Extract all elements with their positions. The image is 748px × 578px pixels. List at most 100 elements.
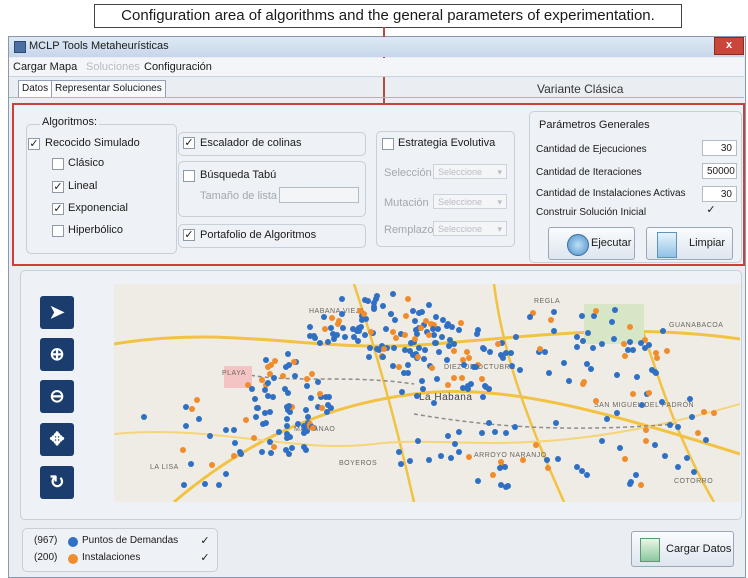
map-point — [436, 348, 443, 355]
map-point — [690, 469, 697, 476]
chevron-down-icon: ▾ — [497, 167, 502, 177]
map-point — [633, 374, 640, 381]
map-point — [545, 464, 552, 471]
map-point — [425, 301, 432, 308]
map-point — [420, 356, 427, 363]
map-point — [355, 337, 362, 344]
map-point — [458, 374, 465, 381]
menu-cargar-mapa[interactable]: Cargar Mapa — [13, 61, 77, 73]
escalador-label: Escalador de colinas — [200, 137, 302, 149]
map-point — [261, 386, 268, 393]
evolutiva-checkbox[interactable] — [382, 138, 394, 150]
map-label: GUANABACOA — [669, 322, 724, 329]
window-title: MCLP Tools Metaheurísticas — [29, 40, 169, 52]
map-point — [395, 448, 402, 455]
map-point — [231, 426, 238, 433]
map-point — [438, 452, 445, 459]
instalaciones-checkbox[interactable]: ✓ — [199, 553, 211, 565]
ejecutar-button[interactable]: Ejecutar — [548, 227, 635, 260]
map-point — [265, 379, 272, 386]
map-point — [284, 434, 291, 441]
map-point — [381, 345, 388, 352]
map-point — [195, 415, 202, 422]
map-point — [406, 457, 413, 464]
tab-representar-soluciones[interactable]: Representar Soluciones — [51, 80, 166, 98]
cargar-datos-button[interactable]: Cargar Datos — [631, 531, 734, 567]
seleccion-select[interactable]: Seleccione ▾ — [433, 164, 507, 179]
load-data-icon — [640, 538, 660, 562]
clear-icon — [657, 232, 677, 258]
map-label: LA LISA — [150, 464, 179, 471]
map-point — [356, 327, 363, 334]
map-point — [512, 334, 519, 340]
lineal-checkbox[interactable]: ✓ — [52, 181, 64, 193]
map-point — [193, 396, 200, 403]
mutacion-label: Mutación — [384, 197, 429, 209]
map-point — [284, 389, 291, 396]
map-point — [464, 382, 471, 389]
menu-soluciones[interactable]: Soluciones — [86, 61, 140, 73]
map-point — [508, 363, 515, 370]
portafolio-checkbox[interactable]: ✓ — [183, 229, 195, 241]
exponencial-checkbox[interactable]: ✓ — [52, 203, 64, 215]
refresh-tool[interactable]: ↻ — [40, 466, 74, 499]
map-point — [658, 399, 665, 406]
map-point — [629, 346, 636, 353]
map-point — [402, 313, 409, 320]
zoom-in-tool[interactable]: ⊕ — [40, 338, 74, 371]
map-view[interactable]: REGLA GUANABACOA DIEZ DE OCTUBRE La Haba… — [114, 284, 740, 502]
map-point — [300, 444, 307, 451]
map-point — [642, 437, 649, 444]
map-point — [433, 313, 440, 320]
list-size-label: Tamaño de lista : — [200, 190, 284, 202]
map-label: PLAYA — [222, 370, 247, 377]
menu-configuracion[interactable]: Configuración — [144, 61, 212, 73]
evolutiva-label: Estrategia Evolutiva — [398, 137, 496, 149]
list-size-input[interactable] — [279, 187, 359, 203]
seleccion-label: Selección — [384, 167, 432, 179]
hiperbolico-checkbox[interactable] — [52, 225, 64, 237]
mutacion-select[interactable]: Seleccione ▾ — [433, 194, 507, 209]
pan-tool[interactable]: ✥ — [40, 423, 74, 456]
limpiar-label: Limpiar — [689, 237, 726, 249]
demandas-label: Puntos de Demandas — [82, 535, 179, 546]
mutacion-value: Seleccione — [438, 197, 483, 207]
map-point — [555, 455, 562, 462]
iteraciones-input[interactable]: 50000 — [702, 163, 737, 179]
escalador-checkbox[interactable]: ✓ — [183, 137, 195, 149]
zoom-out-tool[interactable]: ⊖ — [40, 380, 74, 413]
map-point — [252, 413, 259, 420]
close-button[interactable]: x — [714, 37, 744, 55]
instalaciones-label: Instalaciones — [82, 552, 141, 563]
recocido-checkbox[interactable]: ✓ — [28, 138, 40, 150]
limpiar-button[interactable]: Limpiar — [646, 227, 733, 260]
construir-checkbox[interactable]: ✓ — [705, 205, 717, 217]
map-point — [254, 404, 261, 411]
map-point — [251, 395, 258, 402]
demandas-checkbox[interactable]: ✓ — [199, 536, 211, 548]
map-point — [321, 325, 328, 332]
map-point — [661, 453, 668, 460]
tabu-checkbox[interactable] — [183, 170, 195, 182]
tab-datos[interactable]: Datos — [18, 80, 53, 98]
clasico-label: Clásico — [68, 157, 105, 169]
map-point — [626, 339, 633, 346]
map-point — [520, 456, 527, 463]
map-point — [327, 324, 334, 331]
map-point — [451, 374, 458, 381]
map-label: La Habana — [419, 392, 473, 403]
map-point — [251, 434, 258, 441]
map-point — [324, 339, 331, 346]
map-point — [496, 464, 503, 471]
select-arrow-tool[interactable]: ➤ — [40, 296, 74, 329]
instalaciones-activas-input[interactable]: 30 — [702, 186, 737, 202]
clasico-checkbox[interactable] — [52, 158, 64, 170]
map-point — [258, 448, 265, 455]
ejecuciones-input[interactable]: 30 — [702, 140, 737, 156]
general-params-title: Parámetros Generales — [539, 119, 650, 131]
map-point — [301, 426, 308, 433]
map-point — [414, 437, 421, 444]
map-point — [608, 319, 615, 326]
portafolio-label: Portafolio de Algoritmos — [200, 229, 317, 241]
remplazo-select[interactable]: Seleccione ▾ — [433, 221, 507, 236]
